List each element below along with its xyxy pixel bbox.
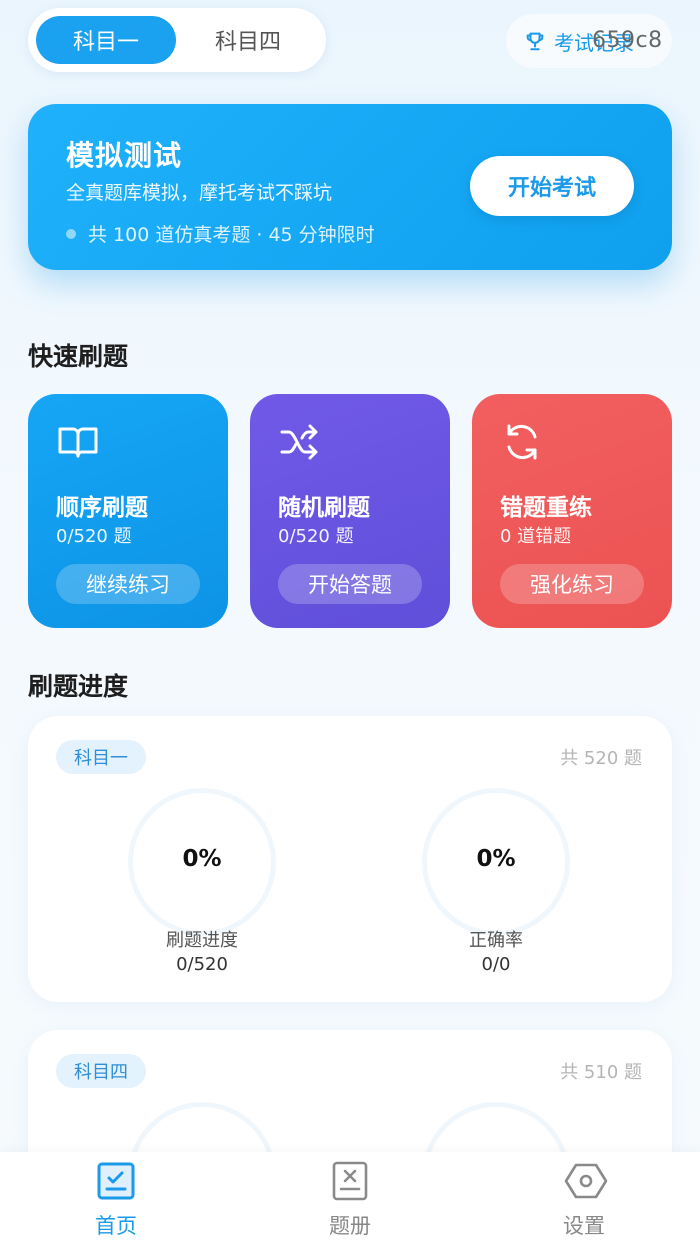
random-practice-title: 随机刷题 xyxy=(278,495,370,521)
nav-question-book[interactable]: 题册 xyxy=(270,1152,430,1244)
nav-settings[interactable]: 设置 xyxy=(504,1152,664,1244)
random-practice-count: 0/520 题 xyxy=(278,526,354,547)
wrong-question-card[interactable]: 错题重练 0 道错题 强化练习 xyxy=(472,394,672,628)
book-icon xyxy=(58,427,98,458)
tab-subject-four[interactable]: 科目四 xyxy=(178,16,318,64)
start-answering-button[interactable]: 开始答题 xyxy=(278,564,422,604)
sequential-practice-card[interactable]: 顺序刷题 0/520 题 继续练习 xyxy=(28,394,228,628)
accuracy-label: 正确率 xyxy=(469,930,523,951)
mock-test-card: 模拟测试 全真题库模拟，摩托考试不踩坑 共 100 道仿真考题 · 45 分钟限… xyxy=(28,104,672,270)
progress-label: 刷题进度 xyxy=(166,930,238,951)
progress-section-title: 刷题进度 xyxy=(28,672,129,701)
overlay-id-text: 659c8 xyxy=(592,28,663,53)
subject-segmented-control: 科目一 科目四 xyxy=(28,8,326,72)
refresh-icon xyxy=(507,424,537,460)
mock-test-meta: 共 100 道仿真考题 · 45 分钟限时 xyxy=(66,220,375,247)
settings-icon xyxy=(564,1163,608,1199)
progress-card-subject-one: 科目一 共 520 题 0% 刷题进度 0/520 0% 正确率 0/0 xyxy=(28,716,672,1002)
wrong-question-title: 错题重练 xyxy=(500,495,592,521)
shuffle-icon xyxy=(280,424,318,460)
nav-home-label: 首页 xyxy=(95,1214,137,1238)
mock-test-title: 模拟测试 xyxy=(66,139,183,172)
sequential-practice-title: 顺序刷题 xyxy=(56,495,148,521)
home-clipboard-icon xyxy=(97,1162,135,1200)
progress-value: 0/520 xyxy=(176,954,228,975)
start-exam-button[interactable]: 开始考试 xyxy=(470,156,634,216)
nav-settings-label: 设置 xyxy=(563,1214,605,1238)
quick-practice-title: 快速刷题 xyxy=(28,342,129,371)
bottom-navigation: 首页 题册 设置 xyxy=(0,1152,700,1244)
nav-question-book-label: 题册 xyxy=(329,1214,371,1238)
mock-test-meta-text: 共 100 道仿真考题 · 45 分钟限时 xyxy=(88,224,375,246)
progress-percent: 0% xyxy=(182,846,222,872)
accuracy-value: 0/0 xyxy=(481,954,511,975)
subject-badge: 科目一 xyxy=(56,740,146,774)
accuracy-percent: 0% xyxy=(476,846,516,872)
total-questions: 共 510 题 xyxy=(560,1062,642,1083)
nav-home[interactable]: 首页 xyxy=(36,1152,196,1244)
trophy-icon xyxy=(526,32,544,51)
question-book-icon xyxy=(332,1161,368,1201)
tab-subject-one[interactable]: 科目一 xyxy=(36,16,176,64)
bullet-dot-icon xyxy=(66,228,76,239)
total-questions: 共 520 题 xyxy=(560,748,642,769)
intensive-practice-button[interactable]: 强化练习 xyxy=(500,564,644,604)
subject-badge: 科目四 xyxy=(56,1054,146,1088)
wrong-question-count: 0 道错题 xyxy=(500,526,572,547)
sequential-practice-count: 0/520 题 xyxy=(56,526,132,547)
mock-test-subtitle: 全真题库模拟，摩托考试不踩坑 xyxy=(66,182,333,204)
continue-practice-button[interactable]: 继续练习 xyxy=(56,564,200,604)
random-practice-card[interactable]: 随机刷题 0/520 题 开始答题 xyxy=(250,394,450,628)
